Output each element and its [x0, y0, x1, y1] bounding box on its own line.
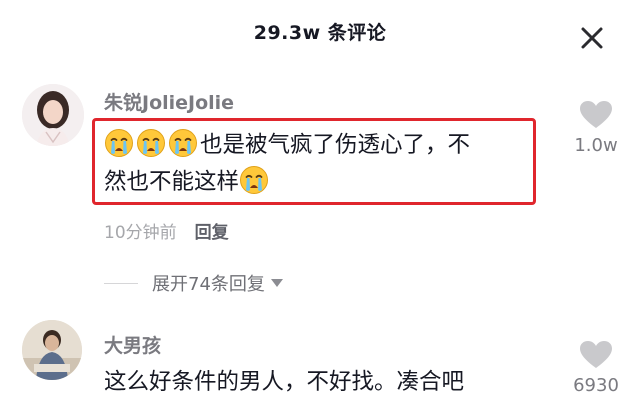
- avatar-image: [22, 84, 84, 146]
- expand-replies-button[interactable]: 展开74条回复: [152, 270, 283, 296]
- comment-username[interactable]: 朱锐JolieJolie: [104, 88, 234, 115]
- avatar[interactable]: [22, 84, 84, 146]
- heart-icon[interactable]: [579, 100, 613, 130]
- crying-face-icon: [137, 129, 165, 157]
- comment-text-line: 然也不能这样: [104, 163, 271, 201]
- comment-text: 也是被气疯了伤透心了，不: [200, 132, 471, 158]
- comment-time: 10分钟前: [104, 223, 177, 243]
- reply-button[interactable]: 回复: [195, 223, 229, 243]
- comment-text: 这么好条件的男人，不好找。凑合吧: [104, 369, 465, 395]
- expand-replies-label: 展开74条回复: [152, 274, 265, 295]
- comment-text-line: 也是被气疯了伤透心了，不: [104, 126, 470, 164]
- like-count: 6930: [573, 375, 619, 396]
- crying-face-icon: [169, 129, 197, 157]
- comment-meta: 10分钟前 回复: [104, 218, 229, 243]
- crying-face-icon: [105, 129, 133, 157]
- crying-face-icon: [240, 166, 269, 194]
- like-count: 1.0w: [574, 135, 618, 156]
- chevron-down-icon: [270, 279, 283, 287]
- comment-username[interactable]: 大男孩: [104, 331, 161, 358]
- divider: [104, 283, 138, 284]
- avatar[interactable]: [22, 320, 82, 380]
- heart-icon[interactable]: [579, 340, 613, 370]
- comment-count-title: 29.3w 条评论: [253, 22, 387, 44]
- avatar-image: [22, 320, 82, 380]
- comment-text: 然也不能这样: [104, 169, 240, 195]
- close-icon[interactable]: [578, 24, 606, 52]
